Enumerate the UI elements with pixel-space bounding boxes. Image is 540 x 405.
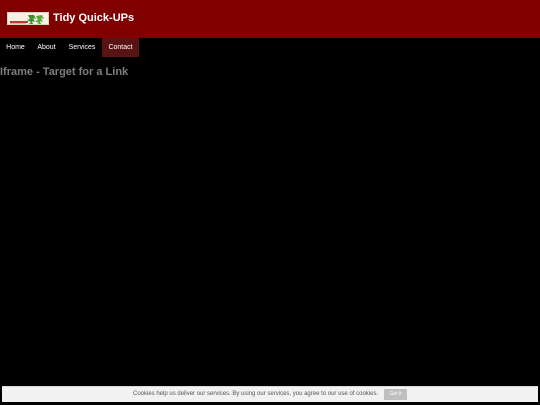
nav-item-services[interactable]: Services xyxy=(62,38,102,57)
nav-item-contact[interactable]: Contact xyxy=(102,38,139,57)
site-title[interactable]: Tidy Quick-UPs xyxy=(53,11,134,25)
main-navigation: Home About Services Contact xyxy=(0,38,540,57)
logo-graphic xyxy=(8,13,48,24)
company-logo-icon[interactable] xyxy=(7,12,49,25)
nav-item-about[interactable]: About xyxy=(31,38,62,57)
cookie-consent-bar: Cookies help us deliver our services. By… xyxy=(2,386,538,402)
cookie-message: Cookies help us deliver our services. By… xyxy=(133,391,379,397)
site-header: Tidy Quick-UPs xyxy=(0,0,540,38)
cookie-accept-button[interactable]: Got it xyxy=(384,389,407,400)
page-title: Iframe - Target for a Link xyxy=(0,66,129,78)
nav-item-home[interactable]: Home xyxy=(0,38,31,57)
